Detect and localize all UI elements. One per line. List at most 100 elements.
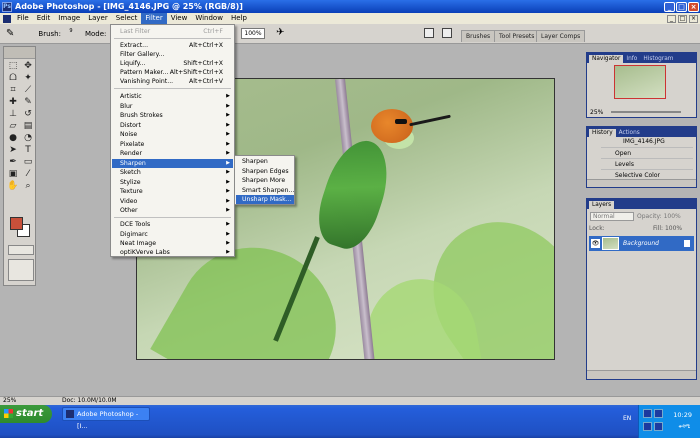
doc-minimize-button[interactable]: _ (667, 14, 676, 23)
eraser-tool-icon[interactable]: ▱ (6, 121, 20, 132)
crop-tool-icon[interactable]: ⌗ (6, 85, 20, 96)
status-zoom[interactable]: 25% (3, 397, 16, 405)
magic-wand-tool-icon[interactable]: ✦ (21, 73, 35, 84)
tray-security-icon[interactable] (643, 422, 652, 431)
language-indicator[interactable]: EN (623, 415, 631, 422)
lasso-tool-icon[interactable]: ᗝ (6, 73, 20, 84)
menu-layer[interactable]: Layer (84, 13, 112, 24)
visibility-eye-icon[interactable]: 👁 (591, 239, 600, 248)
start-button[interactable]: start (0, 405, 52, 423)
menu-item-artistic[interactable]: Artistic ▶ (112, 92, 233, 101)
menu-item-texture[interactable]: Texture ▶ (112, 187, 233, 196)
path-selection-tool-icon[interactable]: ➤ (6, 145, 20, 156)
menu-window[interactable]: Window (191, 13, 227, 24)
menu-image[interactable]: Image (54, 13, 84, 24)
navigator-thumbnail[interactable] (614, 65, 666, 99)
navigator-zoom-slider[interactable] (611, 111, 681, 113)
blur-tool-icon[interactable]: ● (6, 133, 20, 144)
submenu-item-sharpen-more[interactable]: Sharpen More (236, 176, 294, 185)
brush-tool-icon[interactable]: ✎ (21, 97, 35, 108)
eyedropper-tool-icon[interactable]: ⁄ (21, 169, 35, 180)
menu-item-other[interactable]: Other ▶ (112, 206, 233, 215)
menu-select[interactable]: Select (112, 13, 142, 24)
healing-brush-tool-icon[interactable]: ✚ (6, 97, 20, 108)
menu-view[interactable]: View (167, 13, 192, 24)
clock[interactable]: 10:29 (673, 411, 692, 419)
move-tool-icon[interactable]: ✥ (21, 61, 35, 72)
menu-file[interactable]: File (13, 13, 33, 24)
clone-stamp-tool-icon[interactable]: ⊥ (6, 109, 20, 120)
shape-tool-icon[interactable]: ▭ (21, 157, 35, 168)
tab-history[interactable]: History (589, 129, 616, 137)
tab-tool-presets[interactable]: Tool Presets (494, 30, 540, 42)
tab-layer-comps[interactable]: Layer Comps (536, 30, 586, 42)
menu-item-filter-gallery[interactable]: Filter Gallery... (112, 50, 233, 59)
brush-size-picker[interactable]: 9 (65, 28, 77, 40)
menu-item-distort[interactable]: Distort ▶ (112, 121, 233, 130)
airbrush-icon[interactable]: ✈ (276, 27, 284, 38)
layer-background[interactable]: 👁 Background (589, 236, 694, 251)
tab-navigator[interactable]: Navigator (589, 55, 624, 63)
tab-brushes[interactable]: Brushes (461, 30, 496, 42)
menu-item-brush-strokes[interactable]: Brush Strokes ▶ (112, 111, 233, 120)
tray-network-icon[interactable] (643, 409, 652, 418)
menu-item-render[interactable]: Render ▶ (112, 149, 233, 158)
zoom-tool-icon[interactable]: ⌕ (21, 181, 35, 192)
menu-item-blur[interactable]: Blur ▶ (112, 102, 233, 111)
tray-volume-icon[interactable] (654, 409, 663, 418)
slice-tool-icon[interactable]: ⟋ (21, 85, 35, 96)
submenu-item-unsharp-mask[interactable]: Unsharp Mask... (236, 195, 294, 204)
dodge-tool-icon[interactable]: ◔ (21, 133, 35, 144)
menu-item-optikverve-labs[interactable]: optiKVerve Labs ▶ (112, 248, 233, 257)
submenu-item-smart-sharpen[interactable]: Smart Sharpen... (236, 186, 294, 195)
screen-mode-buttons[interactable] (8, 259, 34, 281)
tray-update-icon[interactable] (654, 422, 663, 431)
tab-histogram[interactable]: Histogram (640, 55, 676, 63)
quick-mask-toggle[interactable] (8, 245, 34, 255)
menu-item-sketch[interactable]: Sketch ▶ (112, 168, 233, 177)
menu-item-stylize[interactable]: Stylize ▶ (112, 178, 233, 187)
brush-tool-icon[interactable]: ✎ (6, 28, 14, 39)
marquee-tool-icon[interactable]: ⬚ (6, 61, 20, 72)
fill-control[interactable]: Fill: 100% (653, 224, 682, 234)
file-browser-icon[interactable] (424, 28, 434, 38)
hand-tool-icon[interactable]: ✋ (6, 181, 20, 192)
tab-layers[interactable]: Layers (589, 201, 615, 209)
menu-item-liquify[interactable]: Liquify... Shift+Ctrl+X (112, 59, 233, 68)
doc-restore-button[interactable]: □ (678, 14, 687, 23)
blend-mode-select[interactable]: Normal (590, 212, 634, 221)
doc-close-button[interactable]: × (689, 14, 698, 23)
menu-item-pattern-maker[interactable]: Pattern Maker... Alt+Shift+Ctrl+X (112, 68, 233, 77)
minimize-button[interactable]: _ (664, 1, 675, 12)
history-state-open[interactable]: Open (601, 149, 693, 159)
menu-item-pixelate[interactable]: Pixelate ▶ (112, 140, 233, 149)
history-snapshot[interactable]: IMG_4146.JPG (601, 137, 693, 148)
menu-help[interactable]: Help (227, 13, 251, 24)
opacity-control[interactable]: Opacity: 100% (637, 212, 681, 221)
menu-item-digimarc[interactable]: Digimarc ▶ (112, 230, 233, 239)
menu-item-neat-image[interactable]: Neat Image ▶ (112, 239, 233, 248)
navigator-zoom-value[interactable]: 25% (590, 109, 603, 116)
pen-tool-icon[interactable]: ✒ (6, 157, 20, 168)
history-brush-tool-icon[interactable]: ↺ (21, 109, 35, 120)
history-state-levels[interactable]: Levels (601, 160, 693, 170)
flow-input[interactable]: 100% (241, 28, 265, 39)
foreground-color-swatch[interactable] (10, 217, 23, 230)
menu-item-dce-tools[interactable]: DCE Tools ▶ (112, 220, 233, 229)
maximize-button[interactable]: □ (676, 1, 687, 12)
close-button[interactable]: × (688, 1, 699, 12)
menu-item-noise[interactable]: Noise ▶ (112, 130, 233, 139)
palette-toggle-icon[interactable] (442, 28, 452, 38)
type-tool-icon[interactable]: T (21, 145, 35, 156)
notes-tool-icon[interactable]: ▣ (6, 169, 20, 180)
menu-item-video[interactable]: Video ▶ (112, 197, 233, 206)
submenu-item-sharpen[interactable]: Sharpen (236, 157, 294, 166)
menu-item-vanishing-point[interactable]: Vanishing Point... Alt+Ctrl+V (112, 77, 233, 86)
menu-item-sharpen[interactable]: Sharpen ▶ (112, 158, 233, 168)
gradient-tool-icon[interactable]: ▤ (21, 121, 35, 132)
menu-item-extract[interactable]: Extract... Alt+Ctrl+X (112, 41, 233, 50)
menu-filter[interactable]: Filter (141, 13, 167, 24)
toolbox-header[interactable] (4, 47, 35, 59)
menu-edit[interactable]: Edit (33, 13, 55, 24)
tab-actions[interactable]: Actions (616, 129, 643, 137)
